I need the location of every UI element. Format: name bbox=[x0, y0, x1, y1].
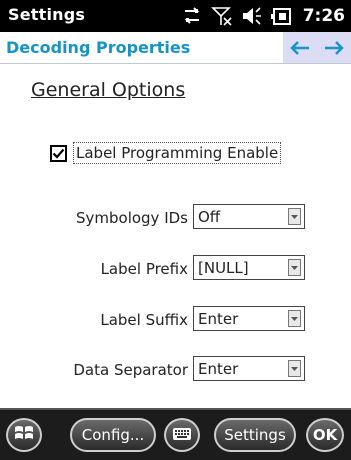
checkmark-icon bbox=[52, 148, 65, 159]
symbology-ids-value: Off bbox=[198, 208, 221, 226]
page-title: Decoding Properties bbox=[6, 38, 191, 57]
keyboard-icon bbox=[172, 426, 192, 445]
connectivity-icon[interactable] bbox=[181, 5, 203, 27]
keyboard-button[interactable] bbox=[164, 418, 200, 452]
ok-button[interactable]: OK bbox=[306, 418, 344, 452]
dropdown-arrow-icon[interactable] bbox=[288, 208, 301, 225]
data-separator-label: Data Separator bbox=[73, 361, 188, 379]
start-button[interactable] bbox=[6, 418, 42, 452]
windows-start-icon bbox=[14, 424, 34, 446]
tab-navigation bbox=[283, 32, 351, 63]
label-programming-enable-checkbox[interactable] bbox=[50, 144, 67, 162]
data-separator-select[interactable]: Enter bbox=[193, 356, 305, 381]
volume-icon[interactable] bbox=[241, 5, 263, 27]
config-button[interactable]: Config... bbox=[70, 418, 156, 452]
bottom-bar-separator bbox=[0, 408, 351, 410]
status-bar-title: Settings bbox=[8, 5, 86, 24]
no-signal-icon[interactable] bbox=[210, 5, 233, 27]
section-title: General Options bbox=[31, 79, 186, 101]
label-programming-enable-label[interactable]: Label Programming Enable bbox=[73, 142, 282, 164]
label-suffix-select[interactable]: Enter bbox=[193, 306, 305, 331]
symbology-ids-label: Symbology IDs bbox=[75, 209, 188, 227]
arrow-left-icon[interactable] bbox=[289, 39, 311, 57]
status-icons: 7:26 bbox=[181, 4, 345, 28]
config-button-label: Config... bbox=[81, 426, 145, 444]
main-content: General Options Label Programming Enable… bbox=[0, 64, 351, 408]
data-separator-value: Enter bbox=[198, 360, 239, 378]
settings-button-label: Settings bbox=[224, 426, 286, 444]
label-prefix-select[interactable]: [NULL] bbox=[193, 255, 305, 280]
label-suffix-row: Label Suffix Enter bbox=[0, 306, 351, 334]
symbology-ids-row: Symbology IDs Off bbox=[0, 204, 351, 232]
bottom-bar: Config... Settings OK bbox=[0, 408, 351, 460]
status-bar: Settings 7:26 bbox=[0, 0, 351, 32]
label-prefix-value: [NULL] bbox=[198, 259, 249, 277]
label-prefix-label: Label Prefix bbox=[100, 260, 188, 278]
symbology-ids-select[interactable]: Off bbox=[193, 204, 305, 229]
dropdown-arrow-icon[interactable] bbox=[288, 360, 301, 377]
settings-button[interactable]: Settings bbox=[214, 418, 296, 452]
page-header: Decoding Properties bbox=[0, 32, 351, 64]
data-separator-row: Data Separator Enter bbox=[0, 356, 351, 384]
label-suffix-label: Label Suffix bbox=[100, 311, 188, 329]
label-prefix-row: Label Prefix [NULL] bbox=[0, 255, 351, 283]
dropdown-arrow-icon[interactable] bbox=[288, 310, 301, 327]
label-suffix-value: Enter bbox=[198, 310, 239, 328]
arrow-right-icon[interactable] bbox=[323, 39, 345, 57]
dropdown-arrow-icon[interactable] bbox=[288, 259, 301, 276]
ok-button-label: OK bbox=[312, 426, 338, 444]
clock[interactable]: 7:26 bbox=[303, 6, 345, 26]
label-programming-enable-option[interactable]: Label Programming Enable bbox=[50, 142, 282, 164]
battery-charging-icon[interactable] bbox=[270, 5, 293, 27]
